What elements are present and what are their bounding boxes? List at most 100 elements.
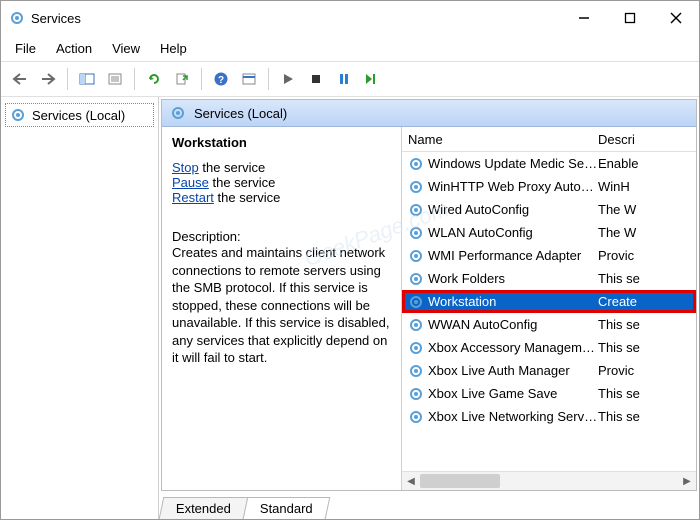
service-row[interactable]: WLAN AutoConfig The W [402,221,696,244]
pause-link[interactable]: Pause [172,175,209,190]
service-desc: This se [598,271,696,286]
service-name: Xbox Live Networking Service [428,409,598,424]
service-name: Wired AutoConfig [428,202,529,217]
service-desc: The W [598,202,696,217]
tree-node-services-local[interactable]: Services (Local) [5,103,154,127]
gear-icon [408,340,424,356]
service-desc: The W [598,225,696,240]
service-list: Name Descri Windows Update Medic Ser...E… [402,127,696,490]
column-name[interactable]: Name [408,132,598,147]
service-row[interactable]: WorkstationCreate [402,290,696,313]
column-description[interactable]: Descri [598,132,696,147]
window-title: Services [31,11,81,26]
content-area: Services (Local) Services (Local) Workst… [1,97,699,519]
description-label: Description: [172,229,391,244]
service-row[interactable]: Wired AutoConfig The W [402,198,696,221]
gear-icon [408,248,424,264]
service-row[interactable]: Xbox Live Auth Manager Provic [402,359,696,382]
horizontal-scrollbar[interactable]: ◀ ▶ [402,471,696,490]
svg-text:?: ? [218,75,224,86]
toolbar: ? [1,61,699,97]
gear-icon [408,179,424,195]
service-name: Windows Update Medic Ser... [428,156,598,171]
scroll-track[interactable] [420,473,678,489]
gear-icon [408,386,424,402]
titlebar: Services [1,1,699,35]
refresh-button[interactable] [141,66,167,92]
right-pane: Services (Local) Workstation Stop the se… [159,97,699,519]
stop-service-button[interactable] [303,66,329,92]
start-service-button[interactable] [275,66,301,92]
restart-link[interactable]: Restart [172,190,214,205]
restart-service-button[interactable] [359,66,385,92]
service-desc: This se [598,386,696,401]
menu-action[interactable]: Action [48,39,100,58]
service-name: Xbox Live Game Save [428,386,557,401]
action-stop-line: Stop the service [172,160,391,175]
service-row[interactable]: Xbox Live Networking ServiceThis se [402,405,696,428]
show-hide-tree-button[interactable] [74,66,100,92]
gear-icon [408,271,424,287]
back-button[interactable] [7,66,33,92]
list-header: Name Descri [402,127,696,152]
panel-header: Services (Local) [162,100,696,127]
pause-service-button[interactable] [331,66,357,92]
service-name: WinHTTP Web Proxy Auto-D... [428,179,598,194]
service-name: WMI Performance Adapter [428,248,581,263]
scroll-right-button[interactable]: ▶ [678,472,696,490]
gear-icon [408,409,424,425]
tab-extended[interactable]: Extended [159,497,249,519]
gear-icon [408,294,424,310]
service-row[interactable]: Windows Update Medic Ser...Enable [402,152,696,175]
selected-service-name: Workstation [172,135,391,150]
service-row[interactable]: WWAN AutoConfigThis se [402,313,696,336]
minimize-button[interactable] [561,1,607,35]
menu-help[interactable]: Help [152,39,195,58]
service-row[interactable]: WinHTTP Web Proxy Auto-D...WinH [402,175,696,198]
menu-view[interactable]: View [104,39,148,58]
action-pause-line: Pause the service [172,175,391,190]
tab-standard[interactable]: Standard [243,497,330,519]
columns-button[interactable] [236,66,262,92]
service-name: Xbox Live Auth Manager [428,363,570,378]
service-desc: Provic [598,363,696,378]
detail-panel: Workstation Stop the service Pause the s… [162,127,402,490]
service-desc: Provic [598,248,696,263]
action-restart-line: Restart the service [172,190,391,205]
service-name: WLAN AutoConfig [428,225,533,240]
view-tabs: Extended Standard [159,493,699,519]
description-text: Creates and maintains client network con… [172,244,391,367]
service-desc: Enable [598,156,696,171]
service-row[interactable]: Work Folders This se [402,267,696,290]
service-row[interactable]: Xbox Accessory Managemen...This se [402,336,696,359]
menubar: File Action View Help [1,35,699,61]
gear-icon [408,225,424,241]
service-name: Xbox Accessory Managemen... [428,340,598,355]
service-name: Workstation [428,294,496,309]
gear-icon [10,107,26,123]
service-desc: WinH [598,179,696,194]
service-name: Work Folders [428,271,505,286]
close-button[interactable] [653,1,699,35]
gear-icon [408,156,424,172]
gear-icon [408,317,424,333]
scroll-left-button[interactable]: ◀ [402,472,420,490]
tree-pane: Services (Local) [1,97,159,519]
service-row[interactable]: WMI Performance Adapter Provic [402,244,696,267]
export-button[interactable] [169,66,195,92]
menu-file[interactable]: File [7,39,44,58]
forward-button[interactable] [35,66,61,92]
gear-icon [170,105,186,121]
help-button[interactable]: ? [208,66,234,92]
properties-button[interactable] [102,66,128,92]
scroll-thumb[interactable] [420,474,500,488]
panel-header-text: Services (Local) [194,106,287,121]
app-icon [9,10,25,26]
service-desc: This se [598,340,696,355]
maximize-button[interactable] [607,1,653,35]
gear-icon [408,363,424,379]
service-row[interactable]: Xbox Live Game Save This se [402,382,696,405]
stop-link[interactable]: Stop [172,160,199,175]
list-rows: Windows Update Medic Ser...EnableWinHTTP… [402,152,696,471]
tree-node-label: Services (Local) [32,108,125,123]
